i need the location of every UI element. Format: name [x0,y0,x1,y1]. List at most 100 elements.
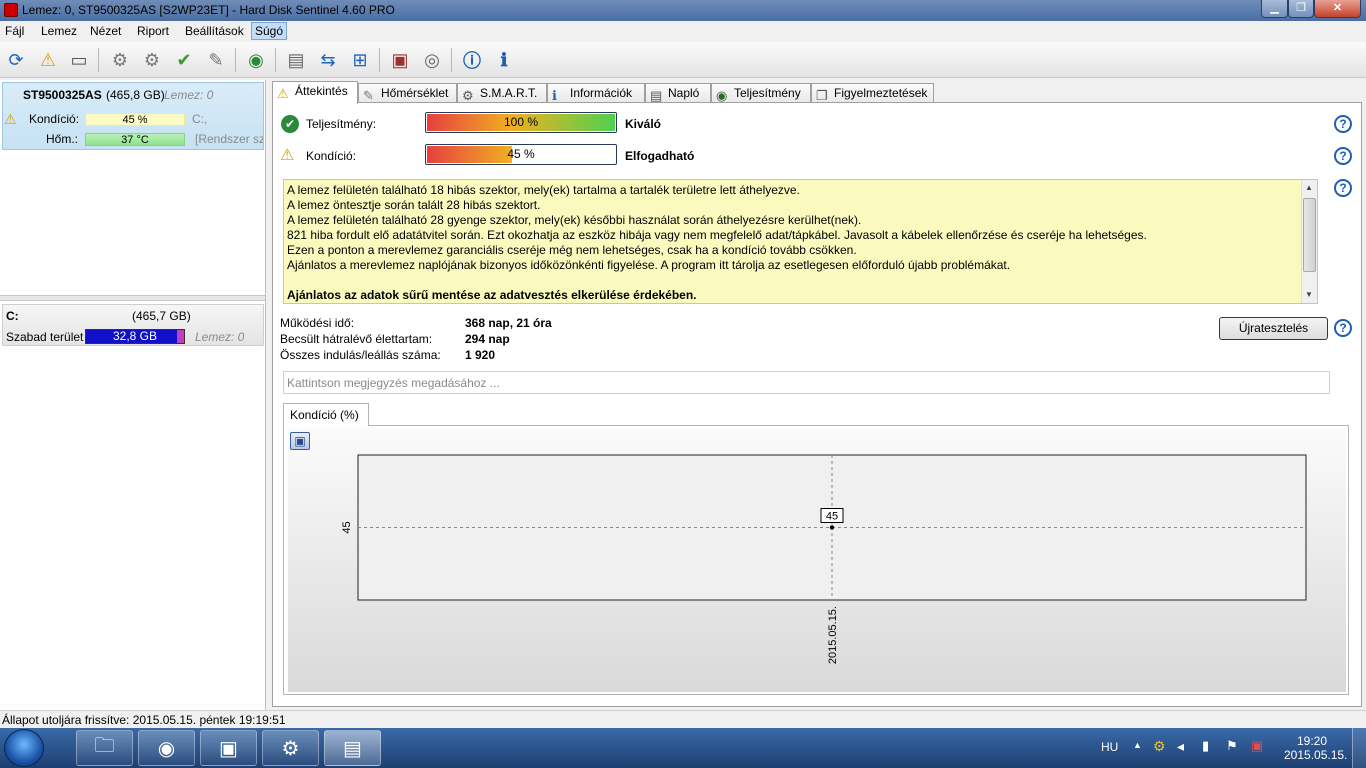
health-message-box[interactable]: A lemez felületén található 18 hibás sze… [283,179,1318,304]
tab-log-label: Napló [668,86,700,100]
menu-settings[interactable]: Beállítások [185,24,244,38]
tray-app-icon[interactable]: ⚙ [1153,738,1166,755]
language-indicator[interactable]: HU [1101,740,1118,754]
explorer-icon[interactable]: 🗀 [76,730,133,766]
disk-check-icon[interactable]: ⚙ [139,47,165,73]
message-line: Ajánlatos a merevlemez naplójának bizony… [287,258,1011,272]
clock-date: 2015.05.15. [1284,748,1348,762]
remaining-life-label: Becsült hátralévő élettartam: [280,332,433,346]
message-scrollbar[interactable]: ▲ ▼ [1301,180,1317,303]
hd-sentinel-task-icon[interactable]: ▤ [324,730,381,766]
tab-warnings-label: Figyelmeztetések [834,86,928,100]
retest-help-icon[interactable]: ? [1334,319,1352,337]
settings-app-icon[interactable]: ⚙ [262,730,319,766]
scroll-down-icon[interactable]: ▼ [1305,290,1313,299]
network-icon[interactable]: ⊞ [347,47,373,73]
chrome-icon[interactable]: ◉ [138,730,195,766]
disk-condition-label: Kondíció: [29,112,80,126]
detail-pane: ⚠ Áttekintés ✎ Hőmérséklet ⚙ S.M.A.R.T. … [270,80,1366,710]
overview-panel: ✔ Teljesítmény: 100 % Kiváló ? ⚠ Kondíci… [272,102,1362,707]
power-cycles-value: 1 920 [465,348,496,362]
disk-index: Lemez: 0 [164,88,214,102]
globe-icon[interactable]: ◉ [243,47,269,73]
warning-icon: ⚠ [280,147,295,164]
scroll-up-icon[interactable]: ▲ [1305,183,1313,192]
disk-info-icon[interactable]: ▭ [66,47,92,73]
tab-performance-label: Teljesítmény [734,86,801,100]
disk-size: (465,8 GB) [106,88,165,102]
tab-performance[interactable]: ◉ Teljesítmény [711,83,811,104]
free-space-value: 32,8 GB [112,329,158,343]
tab-log[interactable]: ▤ Napló [645,83,711,104]
menu-view[interactable]: Nézet [90,24,121,38]
help-icon[interactable]: ⓘ [459,47,485,73]
retest-button[interactable]: Újratesztelés [1219,317,1328,340]
sync-icon[interactable]: ⇆ [315,47,341,73]
floppy-app-icon[interactable]: ▣ [200,730,257,766]
window-title: Lemez: 0, ST9500325AS [S2WP23ET] - Hard … [22,3,395,17]
disk-temp-value: 37 °C [121,134,149,146]
status-bar: Állapot utoljára frissítve: 2015.05.15. … [0,710,1366,728]
menu-disk[interactable]: Lemez [41,24,77,38]
tab-info[interactable]: ℹ Információk [547,83,645,104]
disk-test-icon[interactable]: ⚙ [107,47,133,73]
performance-meter: 100 % [425,112,617,133]
backup-warning: Ajánlatos az adatok sűrű mentése az adat… [287,288,697,302]
message-line: Ezen a ponton a merevlemez garanciális c… [287,243,857,257]
about-icon[interactable]: ℹ [491,47,517,73]
refresh-icon[interactable]: ⟳ [3,47,29,73]
alert-icon[interactable]: ⚠ [35,47,61,73]
tab-warnings[interactable]: ❐ Figyelmeztetések [811,83,934,104]
tray-expand-icon[interactable]: ▲ [1133,740,1142,750]
report-icon[interactable]: ▤ [283,47,309,73]
show-desktop-button[interactable] [1352,728,1366,768]
disk-condition-bar: 45 % [85,113,185,126]
taskbar: 🗀 ◉ ▣ ⚙ ▤ HU ▲ ⚙ ◂ ▮ ⚑ ▣ 19:20 2015.05.1… [0,728,1366,768]
menu-bar: Fájl Lemez Nézet Riport Beállítások Súgó [0,21,1366,42]
scroll-thumb[interactable] [1303,198,1316,272]
performance-label: Teljesítmény: [306,117,377,131]
flag-icon[interactable]: ⚑ [1226,738,1238,754]
disk-ok-icon[interactable]: ✔ [171,47,197,73]
tab-temperature[interactable]: ✎ Hőmérséklet [358,83,457,104]
power-cycles-label: Összes indulás/leállás száma: [280,348,441,362]
clock[interactable]: 19:20 2015.05.15. [1284,734,1348,762]
disk-tools-icon[interactable]: ✎ [203,47,229,73]
panel-splitter[interactable] [0,295,265,301]
menu-file[interactable]: Fájl [5,24,24,38]
volume-card[interactable]: C: (465,7 GB) Szabad terület 32,8 GB Lem… [2,304,264,346]
menu-help[interactable]: Súgó [251,22,288,40]
message-help-icon[interactable]: ? [1334,179,1352,197]
maximize-button[interactable]: ❐ [1288,0,1314,18]
tab-overview[interactable]: ⚠ Áttekintés [272,81,358,104]
performance-help-icon[interactable]: ? [1334,115,1352,133]
usb-icon[interactable]: ▮ [1202,738,1209,754]
status-text: Állapot utoljára frissítve: 2015.05.15. … [2,713,286,727]
warning-icon: ⚠ [4,111,17,127]
tab-overview-label: Áttekintés [295,84,348,98]
tab-strip: ⚠ Áttekintés ✎ Hőmérséklet ⚙ S.M.A.R.T. … [272,81,1362,104]
note-field[interactable]: Kattintson megjegyzés megadásához ... [283,371,1330,394]
close-button[interactable]: ✕ [1314,0,1361,18]
monitor-icon[interactable]: ▣ [387,47,413,73]
sound-icon[interactable]: ◎ [419,47,445,73]
y-tick-label: 45 [341,521,353,533]
tab-smart[interactable]: ⚙ S.M.A.R.T. [457,83,547,104]
menu-report[interactable]: Riport [137,24,169,38]
condition-help-icon[interactable]: ? [1334,147,1352,165]
network-tray-icon[interactable]: ▣ [1251,738,1263,754]
chart-area: ▣ 45 45 2015.05.15. [288,428,1346,692]
check-icon: ✔ [281,115,299,133]
volume-letter: C: [6,309,19,323]
disk-model: ST9500325AS [23,88,102,102]
chart-tab-condition[interactable]: Kondíció (%) [283,403,369,426]
volume-icon[interactable]: ◂ [1177,738,1184,755]
free-space-label: Szabad terület [6,330,84,344]
clock-time: 19:20 [1296,734,1328,748]
start-button[interactable] [4,729,44,767]
disk-card[interactable]: ST9500325AS (465,8 GB) Lemez: 0 ⚠ Kondíc… [2,82,264,150]
performance-value: 100 % [503,115,539,129]
x-tick-label: 2015.05.15. [827,606,839,664]
message-line: 821 hiba fordult elő adatátvitel során. … [287,228,1147,242]
minimize-button[interactable]: ▁ [1261,0,1288,18]
